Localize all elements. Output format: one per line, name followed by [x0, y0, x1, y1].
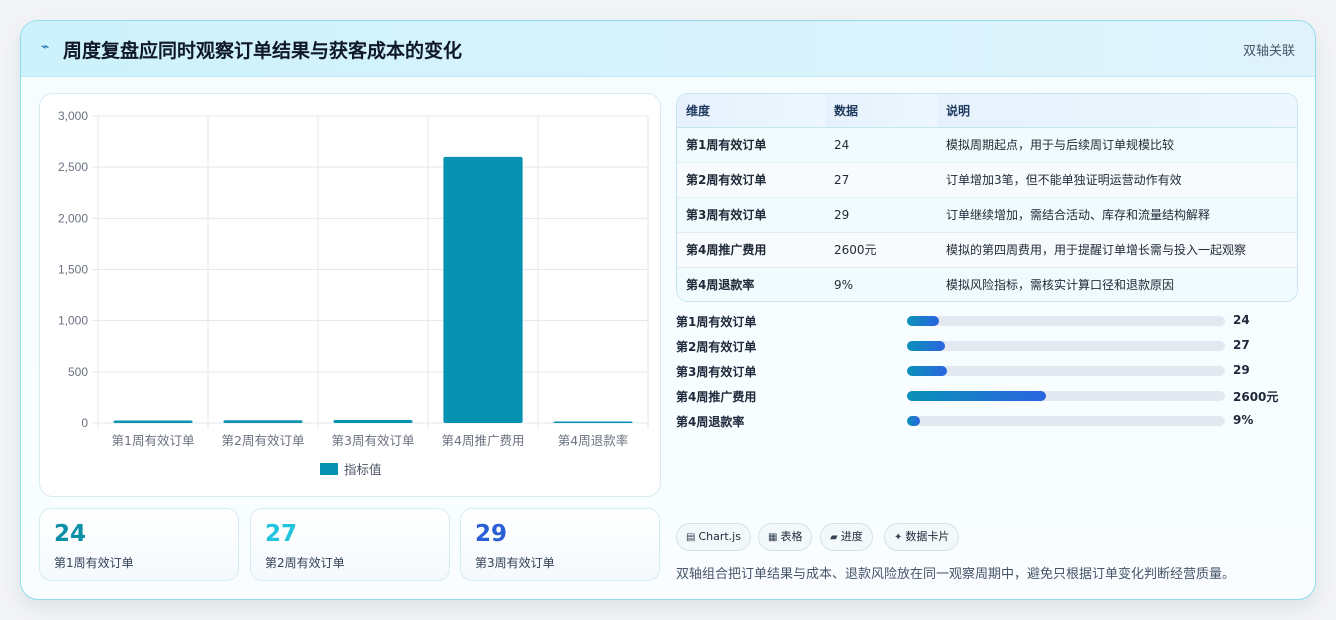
table-cell: 9%	[825, 267, 937, 301]
kpi-label: 第1周有效订单	[54, 556, 134, 570]
table-cell: 27	[825, 162, 937, 198]
table-cell: 29	[825, 197, 937, 233]
y-tick-label: 1,000	[58, 314, 88, 328]
x-tick-label: 第3周有效订单	[332, 433, 415, 448]
table-cell: 模拟的第四周费用，用于提醒订单增长需与投入一起观察	[937, 232, 1297, 268]
table-icon: ▦	[768, 532, 778, 543]
progress-fill	[907, 416, 920, 426]
progress-track	[907, 391, 1225, 401]
y-tick-label: 2,500	[58, 160, 88, 174]
chip-label: 表格	[780, 530, 803, 543]
card-header: ⌁ 周度复盘应同时观察订单结果与获客成本的变化 双轴关联	[21, 21, 1315, 77]
bar-1	[113, 420, 193, 423]
progress-row-week1-orders: 第1周有效订单 24	[676, 311, 1298, 331]
table-cell: 订单增加3笔，但不能单独证明运营动作有效	[937, 162, 1297, 198]
kpi-card-week2: 27 第2周有效订单	[250, 508, 450, 581]
table-cell: 第4周退款率	[677, 267, 825, 301]
x-tick-label: 第1周有效订单	[112, 433, 195, 448]
bar-4	[443, 156, 523, 423]
y-tick-label: 2,000	[58, 211, 88, 225]
chip-label: 数据卡片	[905, 530, 950, 543]
progress-row-week4-refund: 第4周退款率 9%	[676, 411, 1298, 431]
progress-label: 第4周推广费用	[676, 390, 757, 404]
table-cell: 订单继续增加，需结合活动、库存和流量结构解释	[937, 197, 1297, 233]
legend-label: 指标值	[344, 462, 382, 477]
bar-5	[553, 421, 633, 423]
legend-swatch	[320, 463, 338, 475]
progress-value: 27	[1233, 338, 1250, 352]
table-cell: 第1周有效订单	[677, 127, 825, 163]
progress-row-week4-cost: 第4周推广费用 2600元	[676, 386, 1298, 406]
kpi-label: 第2周有效订单	[265, 556, 345, 570]
bar-chart: 0 500 1,000 1,500 2,000 2,500 3,000 第1周有效订单 第2周有…	[58, 109, 649, 477]
y-tick-label: 3,000	[58, 109, 88, 123]
chip-table[interactable]: ▦ 表格	[758, 523, 813, 551]
bar-chart-panel: 0 500 1,000 1,500 2,000 2,500 3,000 第1周有效订单 第2周有…	[39, 93, 661, 497]
header-tag: 双轴关联	[1242, 44, 1295, 59]
progress-label: 第4周退款率	[676, 415, 745, 429]
progress-fill	[907, 341, 946, 351]
progress-label: 第3周有效订单	[676, 365, 757, 379]
progress-track	[907, 341, 1225, 351]
kpi-label: 第3周有效订单	[475, 556, 555, 570]
progress-value: 24	[1233, 313, 1250, 327]
pulse-icon: ⌁	[41, 39, 50, 55]
table-row: 第1周有效订单 24 模拟周期起点，用于与后续周订单规模比较	[677, 127, 1297, 163]
data-table: 维度 数据 说明 第1周有效订单 24 模拟周期起点，用于与后续周订单规模比较 …	[676, 93, 1298, 302]
progress-fill	[907, 366, 947, 376]
table-row: 第4周推广费用 2600元 模拟的第四周费用，用于提醒订单增长需与投入一起观察	[677, 232, 1297, 268]
bar-2	[223, 420, 303, 423]
y-tick-label: 500	[68, 365, 88, 379]
table-header-data: 数据	[825, 94, 937, 128]
kpi-value: 27	[265, 521, 298, 547]
dashboard-card: ⌁ 周度复盘应同时观察订单结果与获客成本的变化 双轴关联 0 500 1,000 1,…	[20, 20, 1316, 600]
table-cell: 2600元	[825, 232, 937, 268]
chart-icon: ▤	[686, 532, 696, 543]
footer-note: 双轴组合把订单结果与成本、退款风险放在同一观察周期中，避免只根据订单变化判断经营…	[676, 567, 1236, 582]
table-row: 第3周有效订单 29 订单继续增加，需结合活动、库存和流量结构解释	[677, 197, 1297, 233]
table-row: 第4周退款率 9% 模拟风险指标，需核实计算口径和退款原因	[677, 267, 1297, 301]
y-tick-label: 1,500	[58, 263, 88, 277]
chip-data-card[interactable]: ✦ 数据卡片	[884, 523, 960, 551]
table-header-dimension: 维度	[677, 94, 825, 128]
table-cell: 第4周推广费用	[677, 232, 825, 268]
x-tick-label: 第4周退款率	[558, 433, 628, 448]
y-tick-label: 0	[81, 416, 88, 430]
table-row: 第2周有效订单 27 订单增加3笔，但不能单独证明运营动作有效	[677, 162, 1297, 198]
chip-label: 进度	[840, 530, 863, 543]
bar-3	[333, 420, 413, 423]
chip-progress[interactable]: ▰ 进度	[820, 523, 873, 551]
table-cell: 模拟周期起点，用于与后续周订单规模比较	[937, 127, 1297, 163]
progress-label: 第1周有效订单	[676, 315, 757, 329]
x-tick-label: 第4周推广费用	[442, 433, 525, 448]
progress-value: 29	[1233, 363, 1250, 377]
progress-value: 9%	[1233, 413, 1254, 427]
progress-row-week3-orders: 第3周有效订单 29	[676, 361, 1298, 381]
table-cell: 24	[825, 127, 937, 163]
kpi-card-week3: 29 第3周有效订单	[460, 508, 660, 581]
kpi-value: 29	[475, 521, 508, 547]
progress-value: 2600元	[1233, 390, 1279, 404]
chip-label: Chart.js	[698, 530, 741, 543]
progress-track	[907, 416, 1225, 426]
progress-row-week2-orders: 第2周有效订单 27	[676, 336, 1298, 356]
x-tick-label: 第2周有效订单	[222, 433, 305, 448]
sparkle-icon: ✦	[894, 532, 903, 543]
chip-chartjs[interactable]: ▤ Chart.js	[676, 523, 751, 551]
table-header-row: 维度 数据 说明	[677, 94, 1297, 128]
progress-icon: ▰	[830, 532, 838, 543]
progress-label: 第2周有效订单	[676, 340, 757, 354]
progress-track	[907, 366, 1225, 376]
page-title: 周度复盘应同时观察订单结果与获客成本的变化	[63, 40, 463, 62]
table-cell: 第3周有效订单	[677, 197, 825, 233]
kpi-card-week1: 24 第1周有效订单	[39, 508, 239, 581]
table-cell: 第2周有效订单	[677, 162, 825, 198]
progress-track	[907, 316, 1225, 326]
progress-fill	[907, 391, 1046, 401]
table-header-note: 说明	[937, 94, 1297, 128]
table-cell: 模拟风险指标，需核实计算口径和退款原因	[937, 267, 1297, 301]
kpi-value: 24	[54, 521, 87, 547]
progress-fill	[907, 316, 939, 326]
